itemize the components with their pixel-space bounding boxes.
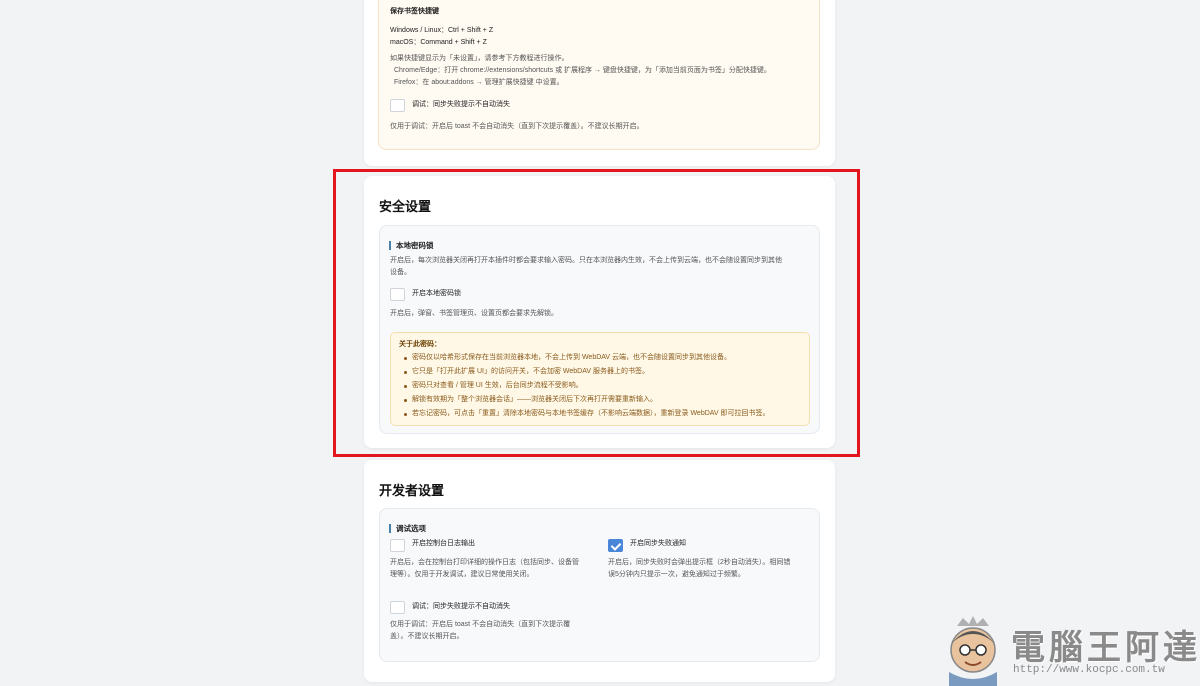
shortcut-note: 如果快捷键显示为「未设置」，请参考下方教程进行操作。 [390, 55, 569, 62]
chrome-instruction: Chrome/Edge：打开 chrome://extensions/short… [394, 67, 771, 74]
debug-options-heading: 调试选项 [389, 524, 426, 533]
console-log-desc-1: 开启后，会在控制台打印详细的操作日志（包括同步、设备管 [390, 559, 579, 566]
shortcut-settings-card: 保存书签快捷键 Windows / Linux：Ctrl + Shift + Z… [364, 0, 835, 166]
debug-toast-desc-1: 仅用于调试：开启后 toast 不会自动消失（直到下次提示覆 [390, 621, 571, 628]
debug-toast-desc-top: 仅用于调试：开启后 toast 不会自动消失（直到下次提示覆盖）。不建议长期开启… [390, 123, 644, 130]
console-log-label: 开启控制台日志输出 [412, 540, 475, 547]
debug-toast-label: 调试：同步失败提示不自动消失 [412, 603, 510, 610]
debug-toast-label-top: 调试：同步失败提示不自动消失 [412, 101, 510, 108]
sync-failure-notify-checkbox[interactable] [608, 539, 623, 552]
developer-title: 开发者设置 [379, 483, 445, 498]
highlight-frame [333, 169, 860, 457]
sync-failure-notify-desc-2: 误5分钟内只提示一次，避免通知过于频繁。 [608, 571, 745, 578]
mascot-icon [949, 616, 997, 686]
mac-shortcut: macOS：Command + Shift + Z [390, 39, 487, 46]
sync-failure-notify-label: 开启同步失败通知 [630, 540, 686, 547]
firefox-instruction: Firefox：在 about:addons → 管理扩展快捷键 中设置。 [394, 79, 564, 86]
developer-settings-card: 开发者设置 调试选项 开启控制台日志输出 开启后，会在控制台打印详细的操作日志（… [364, 460, 835, 682]
windows-shortcut: Windows / Linux：Ctrl + Shift + Z [390, 27, 494, 34]
debug-toast-checkbox[interactable] [390, 601, 405, 614]
watermark-text: 電腦王阿達 [1011, 629, 1200, 667]
watermark: 電腦王阿達 http://www.kocpc.com.tw [935, 612, 1197, 686]
sync-failure-notify-desc-1: 开启后，同步失败时会弹出提示框（2秒自动消失）。相同错 [608, 559, 791, 566]
debug-toast-desc-2: 盖）。不建议长期开启。 [390, 633, 464, 640]
watermark-url: http://www.kocpc.com.tw [1013, 664, 1165, 676]
debug-options-panel: 调试选项 开启控制台日志输出 开启后，会在控制台打印详细的操作日志（包括同步、设… [379, 508, 820, 662]
shortcut-heading: 保存书签快捷键 [390, 8, 439, 15]
console-log-checkbox[interactable] [390, 539, 405, 552]
shortcut-tip-box: 保存书签快捷键 Windows / Linux：Ctrl + Shift + Z… [378, 0, 820, 150]
console-log-desc-2: 理等）。仅用于开发调试，建议日常使用关闭。 [390, 571, 534, 578]
debug-toast-checkbox-top[interactable] [390, 99, 405, 112]
